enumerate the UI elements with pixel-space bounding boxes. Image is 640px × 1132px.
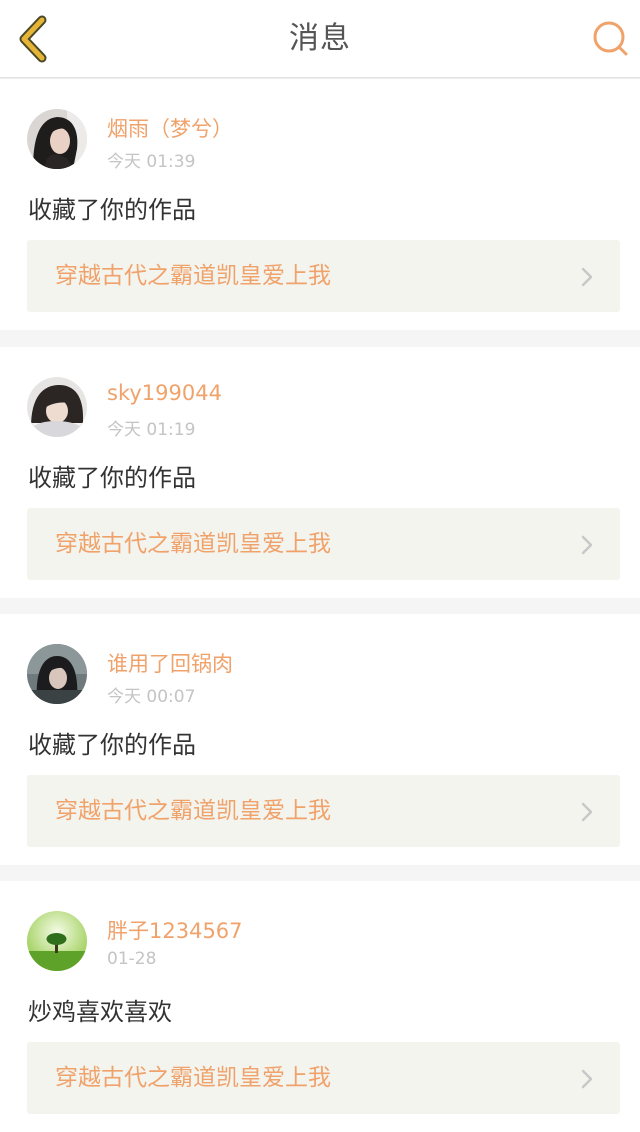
avatar[interactable] bbox=[27, 644, 87, 704]
avatar[interactable] bbox=[27, 109, 87, 169]
avatar[interactable] bbox=[27, 377, 87, 437]
notification-card: sky199044 今天 01:19 收藏了你的作品 穿越古代之霸道凯皇爱上我 bbox=[0, 347, 640, 598]
work-title: 穿越古代之霸道凯皇爱上我 bbox=[55, 798, 331, 824]
user-avatar-image bbox=[27, 644, 87, 704]
chevron-right-icon bbox=[581, 267, 593, 287]
timestamp: 今天 01:19 bbox=[107, 420, 196, 440]
search-button[interactable] bbox=[590, 19, 630, 59]
back-button[interactable] bbox=[14, 14, 54, 64]
timestamp: 今天 01:39 bbox=[107, 152, 196, 172]
chevron-right-icon bbox=[581, 802, 593, 822]
notification-message: 炒鸡喜欢喜欢 bbox=[28, 998, 172, 1026]
work-link[interactable]: 穿越古代之霸道凯皇爱上我 bbox=[27, 508, 620, 580]
notification-card: 烟雨（梦兮） 今天 01:39 收藏了你的作品 穿越古代之霸道凯皇爱上我 bbox=[0, 79, 640, 330]
chevron-left-icon bbox=[19, 15, 47, 63]
chevron-right-icon bbox=[581, 1069, 593, 1089]
search-icon bbox=[593, 21, 628, 56]
notification-card: 谁用了回锅肉 今天 00:07 收藏了你的作品 穿越古代之霸道凯皇爱上我 bbox=[0, 614, 640, 865]
page-title: 消息 bbox=[289, 21, 351, 56]
notification-message: 收藏了你的作品 bbox=[28, 464, 196, 492]
work-title: 穿越古代之霸道凯皇爱上我 bbox=[55, 531, 331, 557]
timestamp: 今天 00:07 bbox=[107, 687, 196, 707]
timestamp: 01-28 bbox=[107, 949, 157, 969]
work-link[interactable]: 穿越古代之霸道凯皇爱上我 bbox=[27, 1042, 620, 1114]
notification-message: 收藏了你的作品 bbox=[28, 196, 196, 224]
username[interactable]: 谁用了回锅肉 bbox=[107, 648, 233, 678]
work-title: 穿越古代之霸道凯皇爱上我 bbox=[55, 1065, 331, 1091]
top-nav-bar: 消息 bbox=[0, 0, 640, 78]
work-link[interactable]: 穿越古代之霸道凯皇爱上我 bbox=[27, 240, 620, 312]
notification-card: 胖子1234567 01-28 炒鸡喜欢喜欢 穿越古代之霸道凯皇爱上我 bbox=[0, 881, 640, 1132]
user-avatar-image bbox=[27, 911, 87, 971]
username[interactable]: 烟雨（梦兮） bbox=[107, 113, 233, 143]
avatar[interactable] bbox=[27, 911, 87, 971]
user-avatar-image bbox=[27, 109, 87, 169]
work-link[interactable]: 穿越古代之霸道凯皇爱上我 bbox=[27, 775, 620, 847]
notification-message: 收藏了你的作品 bbox=[28, 731, 196, 759]
chevron-right-icon bbox=[581, 535, 593, 555]
username[interactable]: 胖子1234567 bbox=[107, 915, 243, 945]
user-avatar-image bbox=[27, 377, 87, 437]
work-title: 穿越古代之霸道凯皇爱上我 bbox=[55, 263, 331, 289]
username[interactable]: sky199044 bbox=[107, 381, 222, 405]
